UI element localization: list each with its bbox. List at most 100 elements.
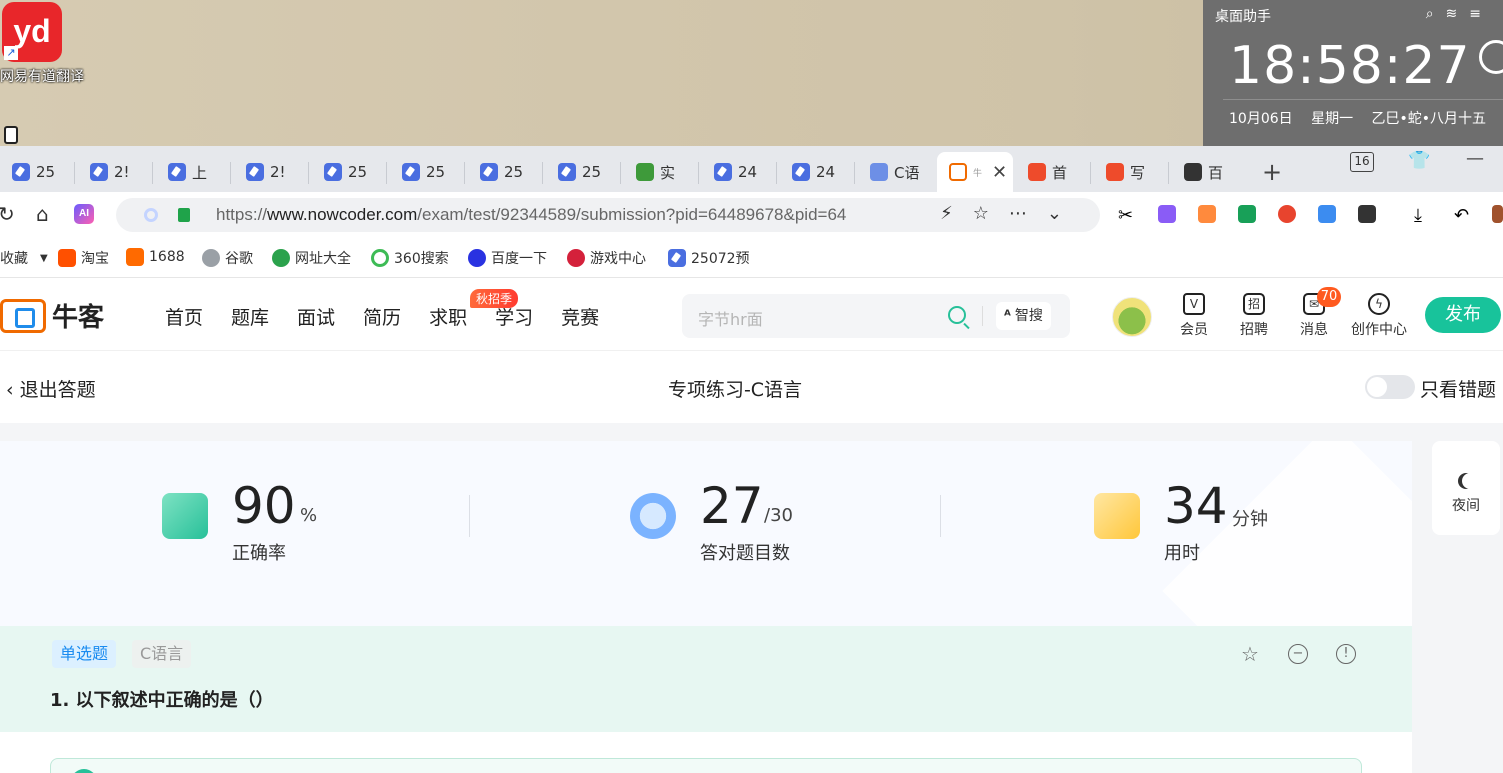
report-icon[interactable]: !	[1336, 644, 1356, 664]
date-text: 10月06日	[1229, 111, 1293, 127]
tab-label: 25	[504, 163, 524, 181]
bookmark-taobao[interactable]: 淘宝	[58, 248, 109, 268]
question-type-tag: 单选题	[52, 640, 117, 668]
pen-icon	[558, 163, 576, 181]
recruit-button[interactable]: 招招聘	[1224, 293, 1284, 339]
scissors-icon[interactable]: ✂	[1118, 205, 1136, 226]
browser-tab[interactable]: 25	[312, 152, 367, 192]
extensions-icon[interactable]	[1358, 205, 1376, 223]
briefcase-icon[interactable]	[1492, 205, 1503, 223]
browser-tab[interactable]: 写	[1094, 152, 1145, 192]
bookmark-favorites[interactable]: 收藏 ▼	[0, 248, 48, 268]
lunar-date-text: 乙巳•蛇•八月十五	[1371, 111, 1487, 127]
bookmarks-bar: 收藏 ▼ 淘宝 1688 谷歌 网址大全 360搜索 百度一下 游戏中心 2507…	[0, 238, 1503, 278]
reader-icon[interactable]	[1238, 205, 1256, 223]
url-text[interactable]: https://www.nowcoder.com/exam/test/92344…	[216, 205, 936, 225]
paw-icon	[468, 249, 486, 267]
desktop-shortcut-icons	[4, 126, 56, 166]
url-bar[interactable]: https://www.nowcoder.com/exam/test/92344…	[116, 198, 1100, 232]
lightbulb-icon: ϟ	[1368, 293, 1390, 315]
member-button[interactable]: V 会员	[1164, 293, 1224, 339]
bookmark-360search[interactable]: 360搜索	[371, 248, 449, 268]
tab-label: 2!	[114, 163, 130, 181]
site-header: 牛客 首页 题库 面试 简历 求职 学习 竞赛 秋招季 字节hr面 ᴬ 智搜 V会…	[0, 279, 1503, 351]
question-actions: ☆ − !	[1240, 644, 1356, 664]
browser-tab[interactable]: 24	[780, 152, 835, 192]
night-mode-button[interactable]: 夜间	[1432, 441, 1500, 535]
desktop-background: yd ↗ 网易有道翻译 桌面助手 ⌕≋≡ 18:58:27 10月06日 星期一…	[0, 0, 1503, 166]
question-text: 以下叙述中正确的是（）	[75, 690, 274, 711]
shield-icon[interactable]	[144, 208, 158, 222]
tab-separator	[152, 162, 153, 184]
download-icon[interactable]: ⤓	[1414, 205, 1432, 226]
weibo-icon[interactable]	[1278, 205, 1296, 223]
pen-icon	[246, 163, 264, 181]
reload-icon[interactable]: ↻	[0, 202, 15, 226]
browser-tab[interactable]: 百	[1172, 152, 1223, 192]
bookmark-google[interactable]: 谷歌	[202, 248, 253, 268]
nav-question-bank[interactable]: 题库	[231, 303, 269, 330]
browser-tab[interactable]: 25	[468, 152, 523, 192]
browser-tab[interactable]: 首	[1016, 152, 1067, 192]
widget-toolbar[interactable]: ⌕≋≡	[1426, 6, 1493, 22]
search-icon[interactable]	[948, 306, 966, 324]
youdao-app-label[interactable]: 网易有道翻译	[0, 66, 84, 86]
nav-home[interactable]: 首页	[165, 303, 203, 330]
browser-tab[interactable]: 2!	[234, 152, 286, 192]
skin-icon[interactable]: 👕	[1408, 150, 1430, 171]
browser-tab[interactable]: C语	[858, 152, 919, 192]
publish-button[interactable]: 发布	[1425, 297, 1501, 333]
url-actions[interactable]: ⚡☆⋯⌄	[940, 203, 1082, 224]
smart-search-button[interactable]: ᴬ 智搜	[996, 302, 1051, 330]
browser-tab[interactable]: 上	[156, 152, 207, 192]
green-icon	[636, 163, 654, 181]
browser-tab[interactable]: 2!	[78, 152, 130, 192]
bookmark-hao360[interactable]: 网址大全	[272, 248, 351, 268]
clock-time: 18:58:27	[1229, 36, 1471, 96]
minimize-button[interactable]: —	[1466, 148, 1484, 169]
browser-tab[interactable]: 实	[624, 152, 675, 192]
browser-tab[interactable]: 25	[390, 152, 445, 192]
bookmark-baidu[interactable]: 百度一下	[468, 248, 547, 268]
tab-count-badge[interactable]: 16	[1350, 152, 1374, 172]
ai-assistant-button[interactable]: AI	[74, 204, 94, 224]
lock-icon[interactable]	[178, 208, 190, 222]
bookmark-25072[interactable]: 25072预	[668, 248, 750, 268]
translate-icon[interactable]	[1158, 205, 1176, 223]
nav-jobs[interactable]: 求职	[429, 303, 467, 330]
search-input[interactable]: 字节hr面	[698, 306, 763, 330]
bookmark-1688[interactable]: 1688	[126, 248, 185, 266]
csdn-icon	[1106, 163, 1124, 181]
star-icon[interactable]: ☆	[1240, 644, 1260, 664]
game-icon[interactable]	[1198, 205, 1216, 223]
browser-tab[interactable]: 24	[702, 152, 757, 192]
bookmark-games[interactable]: 游戏中心	[567, 248, 646, 268]
nav-resume[interactable]: 简历	[363, 303, 401, 330]
time-value: 34	[1164, 477, 1228, 535]
tab-label: 2!	[270, 163, 286, 181]
home-icon[interactable]: ⌂	[36, 202, 49, 226]
nowcoder-logo[interactable]: 牛客	[0, 297, 104, 334]
close-icon[interactable]: ✕	[992, 162, 1007, 183]
clock-note-icon	[1094, 493, 1140, 539]
tab-separator	[308, 162, 309, 184]
mail-icon[interactable]	[1318, 205, 1336, 223]
accuracy-label: 正确率	[232, 543, 286, 564]
nav-contest[interactable]: 竞赛	[561, 303, 599, 330]
browser-tab-active[interactable]: 牛 ✕	[937, 152, 1013, 192]
wrong-only-toggle[interactable]	[1365, 375, 1415, 399]
site-search[interactable]: 字节hr面 ᴬ 智搜	[682, 294, 1070, 338]
browser-tab-bar: 25 2! 上 2! 25 25 25 25 实 24 24 C语 牛 ✕ 首 写…	[0, 146, 1503, 192]
minus-circle-icon[interactable]: −	[1288, 644, 1308, 664]
tab-label: 首	[1052, 163, 1068, 182]
new-tab-button[interactable]: +	[1262, 158, 1282, 186]
creator-center-button[interactable]: ϟ 创作中心	[1349, 293, 1409, 339]
check-book-icon	[162, 493, 208, 539]
undo-icon[interactable]: ↶	[1454, 205, 1472, 226]
result-summary: 90 % 正确率 27 /30 答对题目数 34 分钟 用时	[0, 441, 1412, 626]
browser-tab[interactable]: 25	[0, 152, 55, 192]
answer-option[interactable]	[50, 758, 1362, 773]
nav-interview[interactable]: 面试	[297, 303, 335, 330]
avatar[interactable]	[1112, 297, 1152, 337]
browser-tab[interactable]: 25	[546, 152, 601, 192]
